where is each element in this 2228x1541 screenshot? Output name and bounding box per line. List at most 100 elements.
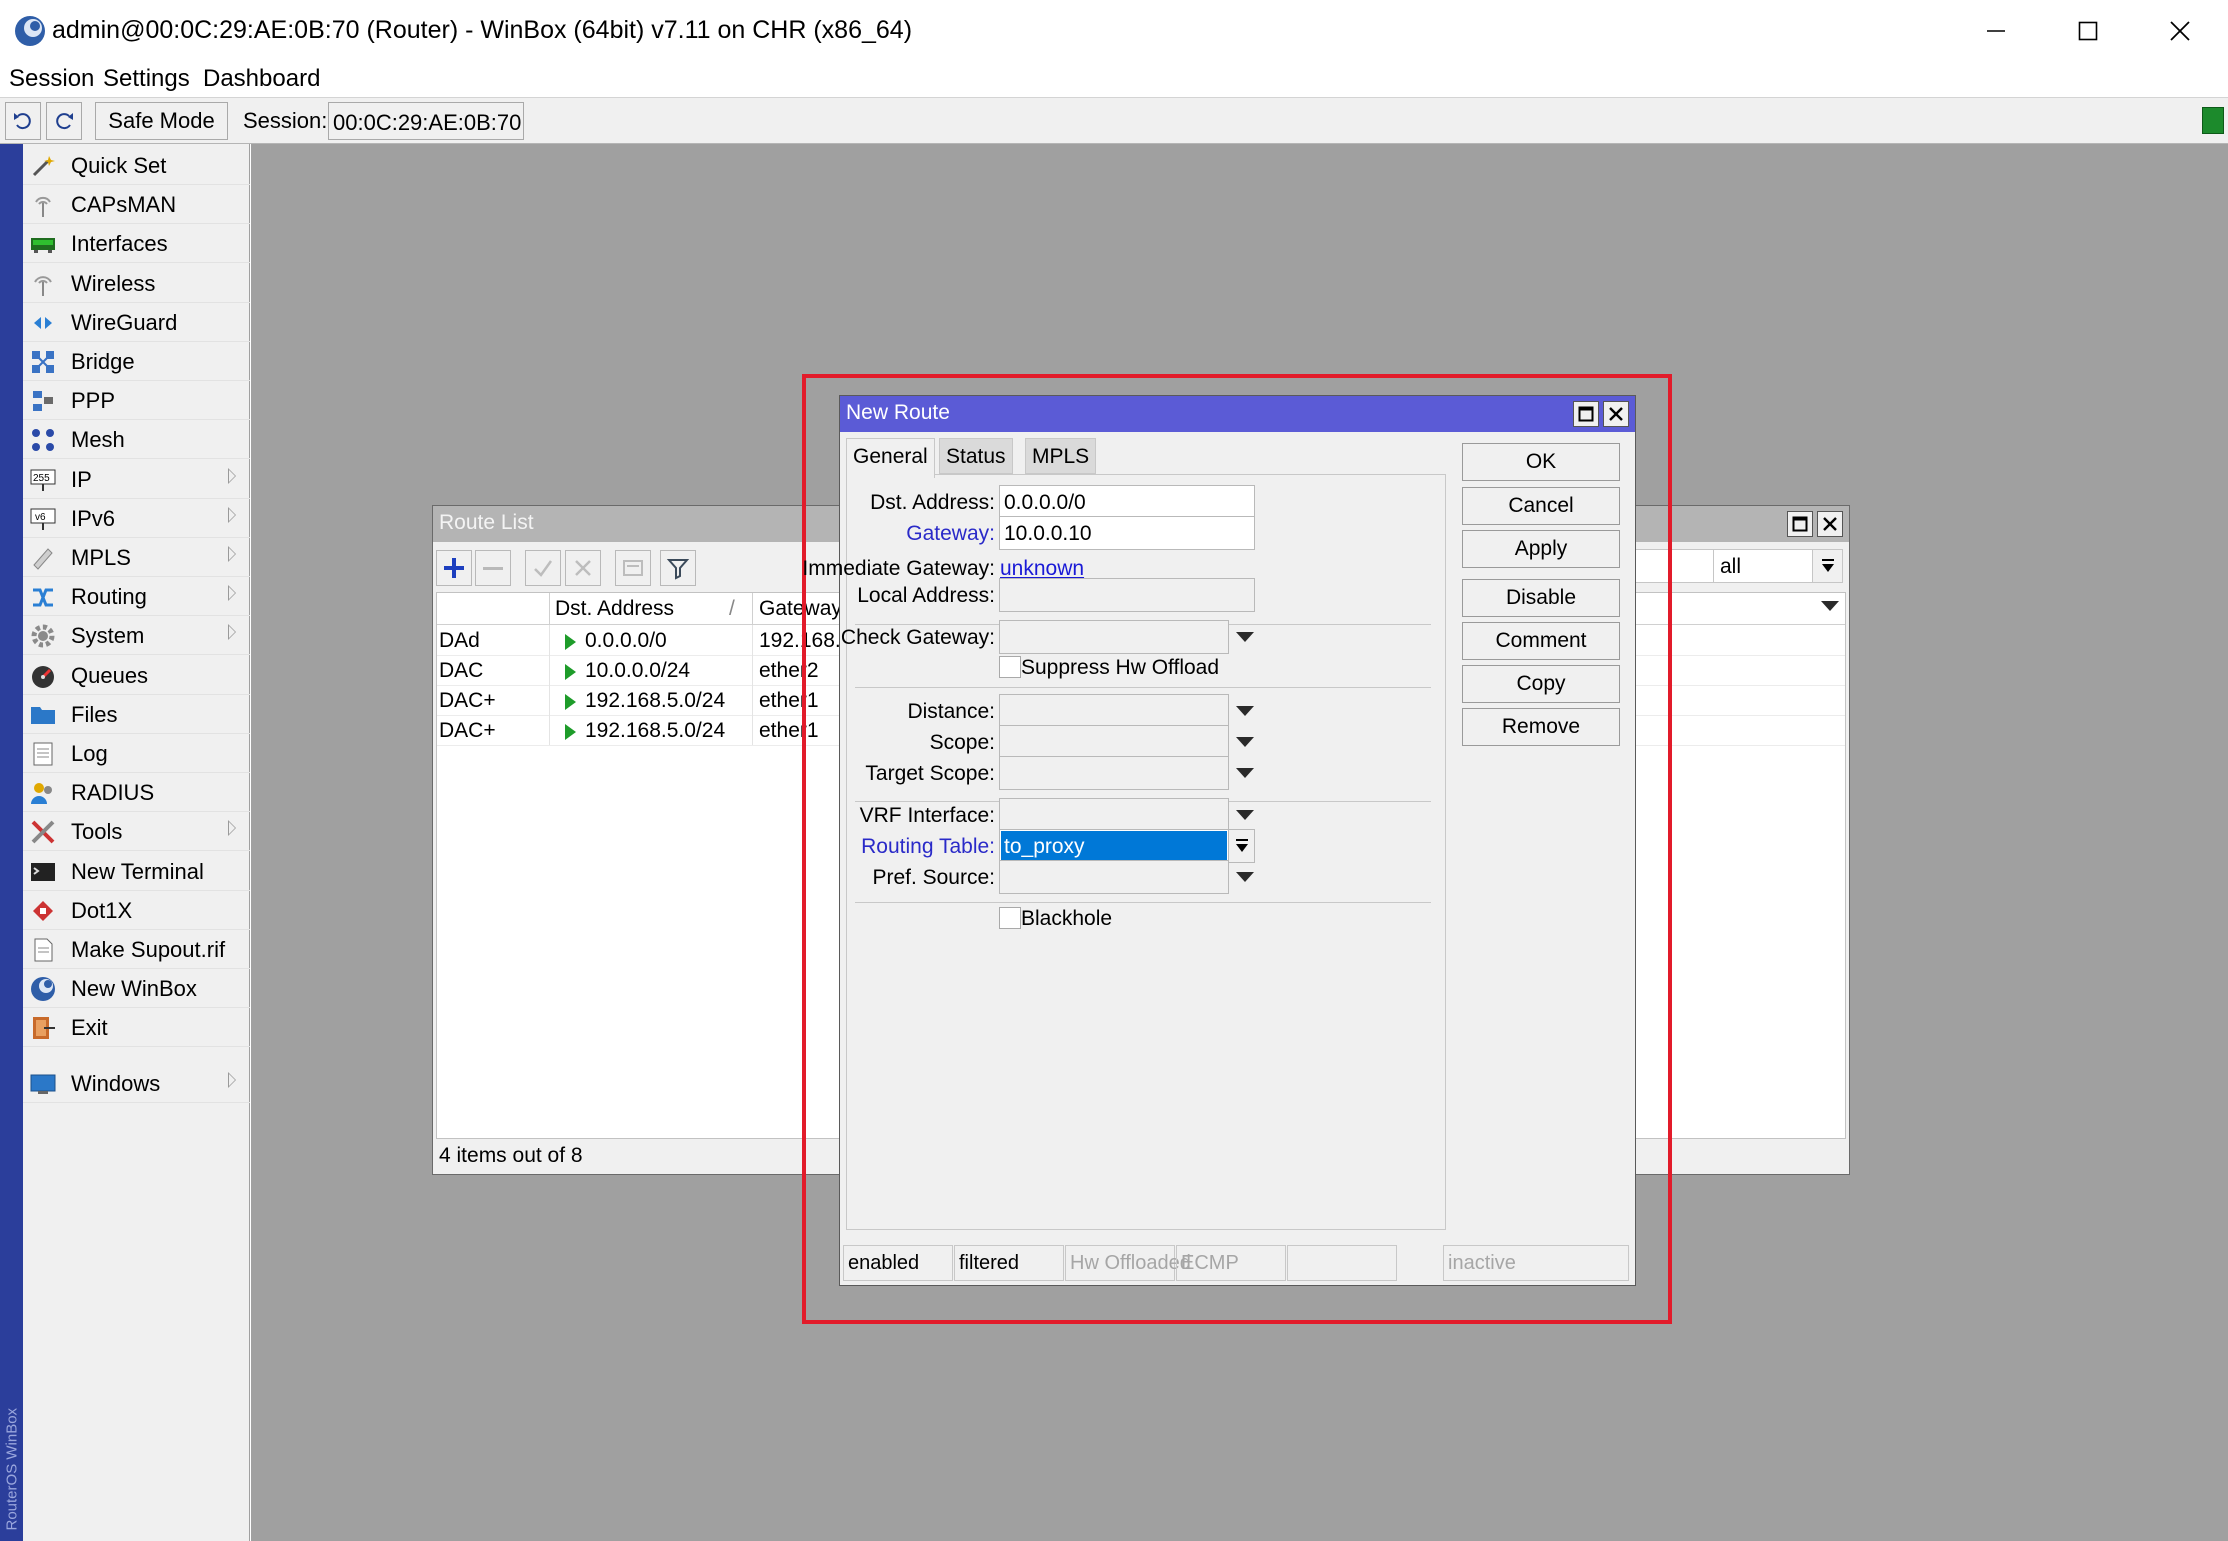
sidebar-item-exit[interactable]: Exit	[23, 1008, 250, 1047]
add-route-button[interactable]	[436, 550, 472, 586]
remove-button[interactable]: Remove	[1462, 708, 1620, 746]
close-icon	[2170, 20, 2190, 41]
check-gateway-label: Check Gateway:	[840, 626, 995, 649]
close-button[interactable]	[2134, 0, 2226, 61]
sidebar-item-label: Quick Set	[71, 153, 167, 178]
sidebar-item-label: Interfaces	[71, 231, 168, 256]
ok-button[interactable]: OK	[1462, 443, 1620, 481]
sidebar-item-windows[interactable]: Windows	[23, 1064, 250, 1103]
disable-button[interactable]	[565, 550, 601, 586]
column-dst-address[interactable]: Dst. Address	[555, 597, 674, 621]
session-field[interactable]: 00:0C:29:AE:0B:70	[328, 102, 524, 140]
sidebar-item-make-supout-rif[interactable]: Make Supout.rif	[23, 930, 250, 969]
maximize-button[interactable]	[2042, 0, 2134, 61]
redo-button[interactable]	[46, 102, 82, 140]
sidebar-item-dot1x[interactable]: Dot1X	[23, 891, 250, 930]
distance-input[interactable]	[999, 694, 1229, 728]
menu-settings[interactable]: Settings	[103, 63, 190, 95]
sidebar-item-system[interactable]: System	[23, 616, 250, 655]
routing-table-dropdown-button[interactable]	[1228, 830, 1254, 862]
comment-button[interactable]	[615, 550, 651, 586]
sidebar-item-ipv6[interactable]: v6 IPv6	[23, 499, 250, 538]
sidebar-item-queues[interactable]: Queues	[23, 656, 250, 695]
sidebar-item-ppp[interactable]: PPP	[23, 381, 250, 420]
sidebar-item-label: IP	[71, 467, 92, 492]
sidebar-item-capsman[interactable]: CAPsMAN	[23, 185, 250, 224]
filter-select-dropdown-button[interactable]	[1812, 550, 1842, 582]
sidebar-item-tools[interactable]: Tools	[23, 812, 250, 851]
submenu-arrow-icon	[228, 1072, 236, 1088]
sidebar-item-routing[interactable]: Routing	[23, 577, 250, 616]
scope-input[interactable]	[999, 725, 1229, 759]
sidebar-item-files[interactable]: Files	[23, 695, 250, 734]
sidebar-item-new-winbox[interactable]: New WinBox	[23, 969, 250, 1008]
folder-icon	[29, 701, 57, 729]
menu-dashboard[interactable]: Dashboard	[203, 63, 320, 95]
sidebar-item-bridge[interactable]: Bridge	[23, 342, 250, 381]
vrf-interface-dropdown-arrow[interactable]	[1236, 810, 1254, 820]
sidebar-item-wireless[interactable]: Wireless	[23, 264, 250, 303]
minimize-button[interactable]	[1950, 0, 2042, 61]
gateway-input[interactable]: 10.0.0.10	[999, 516, 1255, 550]
routing-table-label[interactable]: Routing Table:	[861, 835, 995, 859]
check-gateway-dropdown-arrow[interactable]	[1236, 632, 1254, 642]
route-list-filter-select[interactable]: all	[1713, 549, 1843, 583]
remove-route-button[interactable]	[475, 550, 511, 586]
undo-button[interactable]	[5, 102, 41, 140]
cancel-button[interactable]: Cancel	[1462, 487, 1620, 525]
submenu-arrow-icon	[228, 468, 236, 484]
gauge-icon	[29, 662, 57, 690]
sidebar-item-label: CAPsMAN	[71, 192, 177, 217]
sidebar-item-new-terminal[interactable]: New Terminal	[23, 852, 250, 891]
check-gateway-select[interactable]	[999, 620, 1229, 654]
local-address-input[interactable]	[999, 578, 1255, 612]
copy-button[interactable]: Copy	[1462, 665, 1620, 703]
columns-dropdown-button[interactable]	[1821, 601, 1839, 611]
target-scope-dropdown-arrow[interactable]	[1236, 768, 1254, 778]
tab-general[interactable]: General	[846, 438, 935, 478]
distance-label: Distance:	[907, 700, 995, 723]
chevron-down-icon	[1821, 559, 1834, 572]
dialog-titlebar[interactable]: New Route	[840, 396, 1635, 432]
comment-button[interactable]: Comment	[1462, 622, 1620, 660]
routing-table-select[interactable]: to_proxy	[999, 829, 1255, 863]
filter-select-value: all	[1720, 555, 1742, 578]
minimize-icon	[1987, 29, 2005, 32]
sidebar-item-log[interactable]: Log	[23, 734, 250, 773]
menu-session[interactable]: Session	[9, 63, 94, 95]
target-scope-input[interactable]	[999, 756, 1229, 790]
sidebar-item-wireguard[interactable]: WireGuard	[23, 303, 250, 342]
sidebar-item-mpls[interactable]: MPLS	[23, 538, 250, 577]
blackhole-label: Blackhole	[1021, 907, 1113, 930]
sidebar-item-interfaces[interactable]: Interfaces	[23, 224, 250, 263]
vrf-interface-select[interactable]	[999, 798, 1229, 832]
route-list-maximize-button[interactable]	[1787, 511, 1813, 537]
pref-source-dropdown-arrow[interactable]	[1236, 872, 1254, 882]
sidebar-item-ip[interactable]: 255 IP	[23, 460, 250, 499]
suppress-hw-offload-checkbox[interactable]	[999, 656, 1021, 678]
route-list-close-button[interactable]	[1817, 511, 1843, 537]
redo-icon	[56, 113, 73, 130]
scope-dropdown-arrow[interactable]	[1236, 737, 1254, 747]
disable-button[interactable]: Disable	[1462, 579, 1620, 617]
gateway-label[interactable]: Gateway:	[906, 522, 995, 546]
route-flags: DAd	[439, 629, 480, 652]
sidebar-item-quick-set[interactable]: Quick Set	[23, 146, 250, 185]
safe-mode-button[interactable]: Safe Mode	[95, 102, 228, 140]
dialog-maximize-button[interactable]	[1573, 401, 1599, 427]
dst-address-input[interactable]: 0.0.0.0/0	[999, 485, 1255, 519]
enable-button[interactable]	[525, 550, 561, 586]
blackhole-checkbox[interactable]	[999, 907, 1021, 929]
tab-mpls[interactable]: MPLS	[1025, 438, 1097, 474]
sidebar-item-mesh[interactable]: Mesh	[23, 420, 250, 459]
dialog-close-button[interactable]	[1603, 401, 1629, 427]
chevron-down-icon	[1235, 839, 1248, 852]
filter-button[interactable]	[660, 550, 696, 586]
active-route-icon	[565, 634, 576, 650]
tab-status[interactable]: Status	[939, 438, 1013, 474]
distance-dropdown-arrow[interactable]	[1236, 706, 1254, 716]
pref-source-input[interactable]	[999, 860, 1229, 894]
sidebar: Quick Set CAPsMAN Interfaces Wireless WireGu…	[23, 144, 250, 1541]
apply-button[interactable]: Apply	[1462, 530, 1620, 568]
sidebar-item-radius[interactable]: RADIUS	[23, 773, 250, 812]
